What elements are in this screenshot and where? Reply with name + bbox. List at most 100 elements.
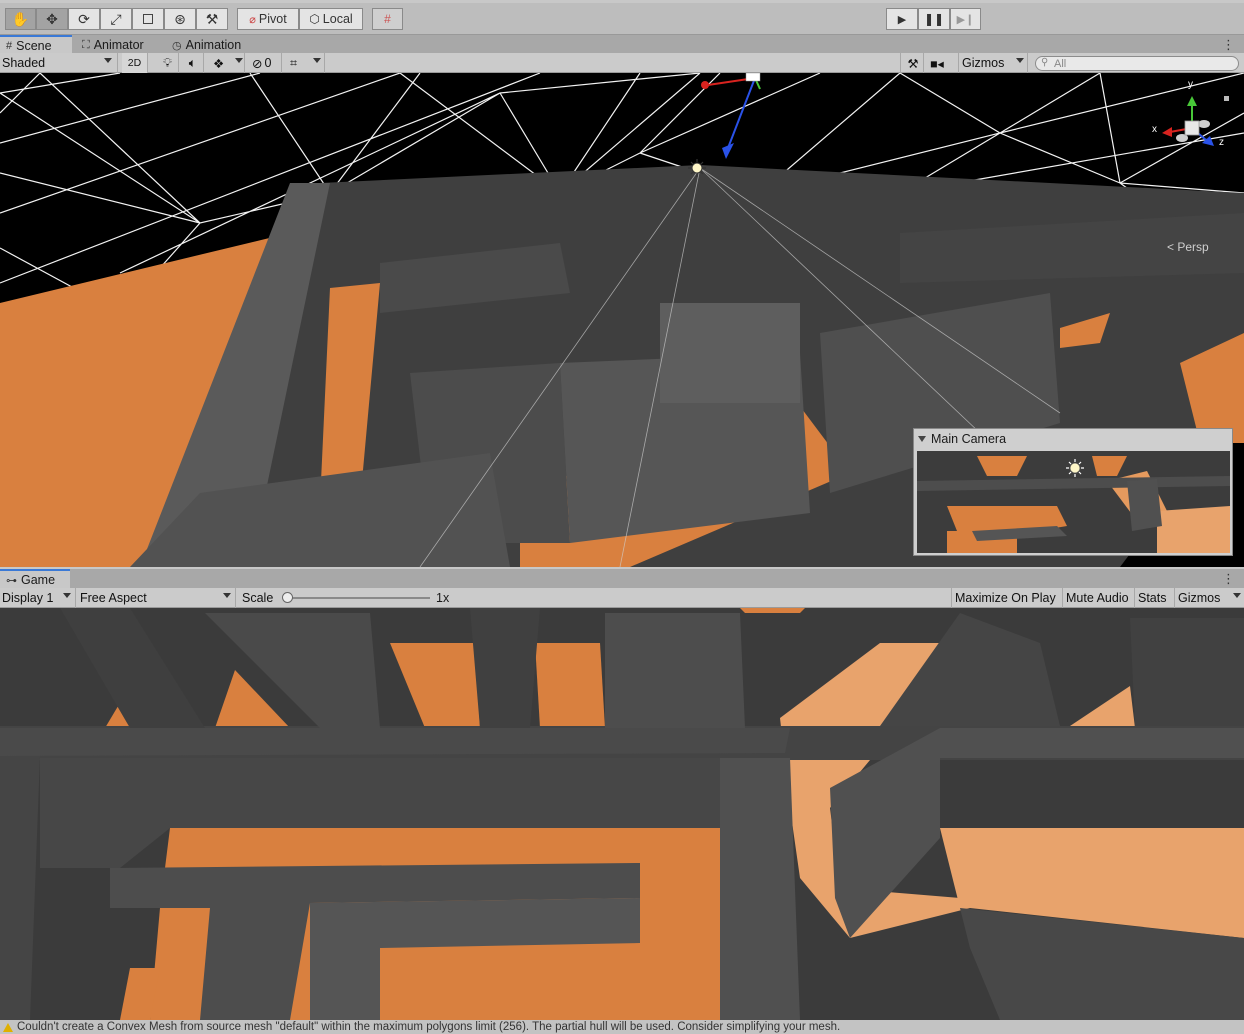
scale-label: Scale	[242, 591, 274, 605]
pause-icon: ❚❚	[923, 12, 945, 26]
lightbulb-icon: 💡︎	[163, 55, 172, 70]
game-gizmos-dropdown[interactable]: Gizmos	[1175, 588, 1244, 608]
rect-tool-button[interactable]	[132, 8, 164, 30]
snap-grid-button[interactable]: #	[372, 8, 403, 30]
shading-mode-dropdown[interactable]: Shaded	[0, 53, 118, 73]
tab-scene-label: Scene	[16, 39, 52, 53]
projection-toggle[interactable]: < Persp	[1167, 240, 1209, 254]
camera-preview-header[interactable]: Main Camera	[914, 429, 1232, 449]
chevron-down-icon	[223, 593, 231, 598]
rotate-tool-button[interactable]: ⟳	[68, 8, 100, 30]
scale-slider-track[interactable]	[288, 597, 430, 599]
scene-gizmos-dropdown[interactable]: Gizmos	[960, 53, 1028, 73]
toggle-2d-button[interactable]: 2D	[122, 53, 148, 73]
scale-slider-knob[interactable]	[282, 592, 293, 603]
local-label: Local	[322, 12, 353, 26]
shading-mode-value: Shaded	[2, 56, 46, 70]
tab-game-label: Game	[21, 573, 56, 587]
speaker-icon: 🔈︎	[188, 55, 197, 70]
audio-toggle[interactable]: 🔈︎	[180, 53, 204, 73]
lighting-toggle[interactable]: 💡︎	[155, 53, 179, 73]
scene-grid-icon: #	[6, 40, 13, 52]
transform-tool-button[interactable]: ⊛	[164, 8, 196, 30]
scene-menu-icon[interactable]: ⋮	[1222, 37, 1235, 53]
game-wall-top-4	[605, 613, 745, 728]
pivot-toggle[interactable]: ⌀ Pivot	[237, 8, 299, 30]
chevron-down-icon	[104, 58, 112, 63]
tab-animation[interactable]: ◷ Animation	[166, 35, 247, 55]
play-button[interactable]: ▶	[886, 8, 918, 30]
rect-icon	[143, 14, 153, 24]
custom-tool-button[interactable]: ⚒	[196, 8, 228, 30]
search-icon: ⚲	[1041, 57, 1049, 68]
scene-tools-button[interactable]: ⚒	[900, 53, 924, 73]
game-menu-icon[interactable]: ⋮	[1222, 571, 1235, 587]
step-button[interactable]: ▶❙	[950, 8, 981, 30]
hand-tool-button[interactable]: ✋	[5, 8, 36, 30]
effects-dropdown[interactable]: ❖	[205, 53, 245, 73]
collapse-icon	[918, 436, 926, 442]
stats-label: Stats	[1138, 591, 1167, 605]
maximize-label: Maximize On Play	[955, 591, 1056, 605]
game-gizmos-label: Gizmos	[1178, 591, 1221, 605]
display-value: Display 1	[2, 591, 54, 605]
chevron-down-icon	[313, 58, 321, 63]
hidden-objects-toggle[interactable]: ⊘ 0	[250, 53, 282, 73]
mode-2d-label: 2D	[127, 57, 142, 69]
wall-inner-3	[660, 303, 800, 403]
step-icon: ▶❙	[956, 13, 975, 26]
pivot-label: Pivot	[258, 12, 287, 26]
aspect-dropdown[interactable]: Free Aspect	[78, 588, 236, 608]
rotate-icon: ⟳	[78, 10, 90, 27]
search-placeholder: All	[1054, 57, 1067, 70]
pause-button[interactable]: ❚❚	[918, 8, 950, 30]
effects-icon: ❖	[213, 56, 225, 71]
hidden-count: 0	[264, 56, 272, 70]
transform-icon: ⊛	[174, 10, 186, 27]
scene-search-input[interactable]: ⚲ All	[1035, 56, 1239, 71]
camera-preview-render	[917, 451, 1230, 553]
grid-icon: ⌗	[290, 55, 298, 70]
chevron-down-icon	[235, 58, 243, 63]
display-dropdown[interactable]: Display 1	[0, 588, 76, 608]
tab-animation-label: Animation	[185, 38, 242, 52]
aspect-value: Free Aspect	[80, 591, 147, 605]
game-tab-strip: ⊶ Game ⋮	[0, 569, 1244, 589]
game-view[interactable]	[0, 608, 1244, 1020]
tools-icon: ⚒	[205, 10, 219, 27]
scene-gizmos-label: Gizmos	[962, 56, 1005, 70]
tab-scene[interactable]: # Scene	[0, 35, 72, 55]
warning-icon	[3, 1022, 13, 1032]
move-tool-button[interactable]: ✥	[36, 8, 68, 30]
maximize-on-play-toggle[interactable]: Maximize On Play	[951, 588, 1063, 608]
stats-toggle[interactable]: Stats	[1135, 588, 1175, 608]
console-status-bar[interactable]: Couldn't create a Convex Mesh from sourc…	[0, 1020, 1244, 1034]
scene-control-bar: Shaded 2D 💡︎ 🔈︎ ❖ ⊘ 0 ⌗ ⚒ ■◂ Gizmos ⚲ Al…	[0, 53, 1244, 73]
local-toggle[interactable]: ⬡ Local	[299, 8, 363, 30]
game-render	[0, 608, 1244, 1020]
scale-tool-button[interactable]: ⤢	[100, 8, 132, 30]
pivot-icon: ⌀	[249, 13, 256, 26]
game-floor-5	[740, 608, 805, 613]
camera-preview-view	[917, 451, 1230, 553]
camera-dropdown[interactable]: ■◂	[925, 53, 959, 73]
scene-tab-strip: # Scene ⛶ Animator ◷ Animation ⋮	[0, 35, 1244, 55]
chevron-down-icon	[63, 593, 71, 598]
main-toolbar: ✋ ✥ ⟳ ⤢ ⊛ ⚒ ⌀ Pivot ⬡ Local # ▶ ❚❚ ▶❙	[0, 3, 1244, 35]
animator-icon: ⛶	[82, 38, 90, 51]
unity-editor: ✋ ✥ ⟳ ⤢ ⊛ ⚒ ⌀ Pivot ⬡ Local # ▶ ❚❚ ▶❙ # …	[0, 0, 1244, 1034]
scale-icon: ⤢	[110, 10, 122, 27]
tab-animator[interactable]: ⛶ Animator	[76, 35, 150, 55]
clock-icon: ◷	[172, 39, 182, 52]
move-icon: ✥	[46, 10, 58, 27]
tab-game[interactable]: ⊶ Game	[0, 569, 70, 589]
mute-audio-toggle[interactable]: Mute Audio	[1063, 588, 1135, 608]
camera-preview-panel: Main Camera	[913, 428, 1233, 556]
eye-slash-icon: ⊘	[252, 56, 263, 71]
game-floor-9	[940, 828, 1244, 908]
game-control-bar: Display 1 Free Aspect Scale 1x Maximize …	[0, 588, 1244, 608]
grid-dropdown[interactable]: ⌗	[285, 53, 325, 73]
scene-view[interactable]: y x z < Persp Main Camera	[0, 73, 1244, 567]
mute-label: Mute Audio	[1066, 591, 1129, 605]
gizmo-z-label: z	[1219, 137, 1224, 148]
